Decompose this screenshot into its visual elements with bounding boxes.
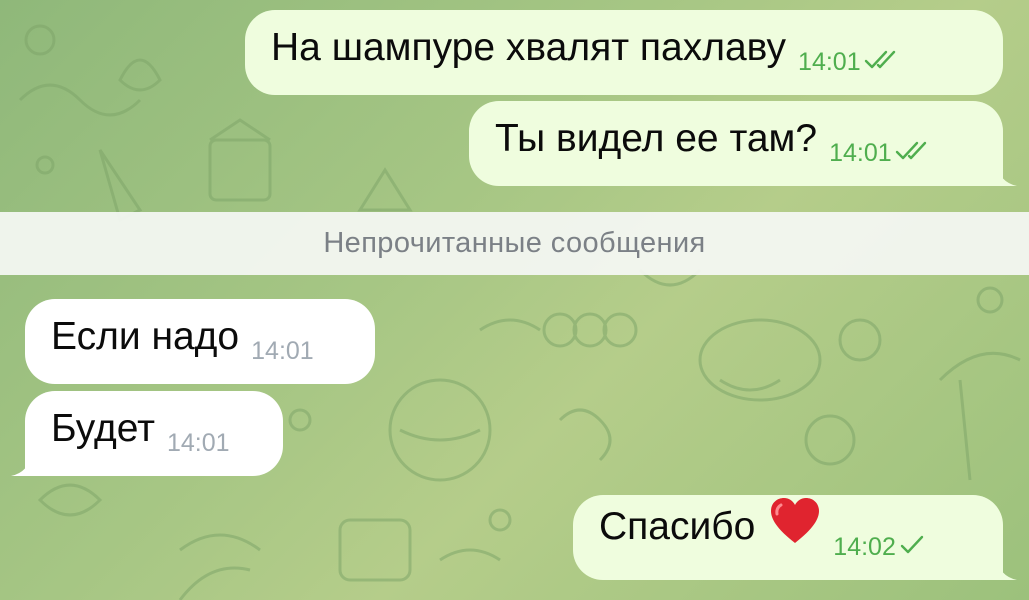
message-text: Спасибо [599,497,821,580]
message-time: 14:01 [829,139,892,167]
message-text: На шампуре хвалят пахлаву [271,26,787,69]
message-bubble-incoming[interactable]: Будет 14:01 [11,391,283,476]
message-meta: 14:01 [251,339,314,384]
unread-messages-divider: Непрочитанные сообщения [0,212,1029,275]
double-check-icon [864,50,898,75]
unread-divider-label: Непрочитанные сообщения [323,227,706,259]
message-meta: 14:02 [833,535,925,580]
message-meta: 14:01 [829,141,929,186]
message-text-content: Спасибо [599,505,756,548]
message-meta: 14:01 [798,50,898,95]
message-bubble-outgoing[interactable]: Спасибо 14:02 [573,495,1017,580]
bubble-tail [997,558,1017,580]
bubble-tail [11,454,31,476]
red-heart-icon [769,497,821,552]
message-bubble-outgoing[interactable]: Ты видел ее там? 14:01 [469,101,1017,186]
message-text: Будет [51,407,155,450]
double-check-icon [895,141,929,166]
single-check-icon [899,535,925,560]
message-meta: 14:01 [167,431,230,476]
message-text: Ты видел ее там? [495,117,818,160]
message-bubble-outgoing[interactable]: На шампуре хвалят пахлаву 14:01 [245,10,1003,95]
message-bubble-incoming[interactable]: Если надо 14:01 [25,299,375,384]
message-text: Если надо [51,315,240,358]
message-time: 14:01 [251,337,314,365]
message-time: 14:01 [798,48,861,76]
message-time: 14:02 [833,533,896,561]
message-time: 14:01 [166,429,230,457]
bubble-tail [997,164,1017,186]
